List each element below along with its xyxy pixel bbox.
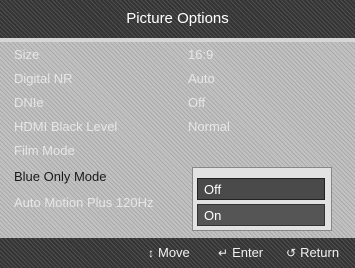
menu-item-value: Off — [188, 95, 206, 110]
enter-hint: ↵ Enter — [218, 238, 263, 268]
enter-icon: ↵ — [218, 246, 229, 260]
return-label: Return — [300, 245, 340, 260]
menu-item-label: Blue Only Mode — [14, 169, 107, 184]
return-icon: ↺ — [286, 246, 297, 260]
menu-title: Picture Options — [0, 0, 355, 38]
key-guide-bar: ↕ Move ↵ Enter ↺ Return — [0, 238, 355, 268]
menu-item-label: Auto Motion Plus 120Hz — [14, 195, 154, 210]
menu-item-film-mode[interactable]: Film Mode — [0, 139, 355, 163]
dropdown-option-off[interactable]: Off — [197, 178, 325, 200]
updown-icon: ↕ — [148, 246, 154, 260]
return-hint: ↺ Return — [286, 238, 339, 268]
menu-item-label: Film Mode — [14, 143, 75, 158]
menu-item-label: HDMI Black Level — [14, 119, 118, 134]
move-label: Move — [158, 245, 190, 260]
move-hint: ↕ Move — [148, 238, 190, 268]
menu-item-digital-nr[interactable]: Digital NR Auto — [0, 67, 355, 91]
menu-item-label: Digital NR — [14, 71, 73, 86]
dropdown-option-on[interactable]: On — [197, 204, 325, 226]
blue-only-mode-dropdown: Off On — [192, 167, 332, 231]
menu-item-label: Size — [14, 47, 40, 62]
menu-item-size[interactable]: Size 16:9 — [0, 43, 355, 67]
menu-item-label: DNIe — [14, 95, 44, 110]
enter-label: Enter — [232, 245, 264, 260]
tv-screen: Picture Options Size 16:9 Digital NR Aut… — [0, 0, 355, 268]
menu-item-hdmi-black-level[interactable]: HDMI Black Level Normal — [0, 115, 355, 139]
menu-item-dnie[interactable]: DNIe Off — [0, 91, 355, 115]
menu-item-value: Auto — [188, 71, 215, 86]
title-divider — [0, 38, 355, 42]
menu-item-value: Normal — [188, 119, 230, 134]
menu-item-value: 16:9 — [188, 47, 214, 62]
